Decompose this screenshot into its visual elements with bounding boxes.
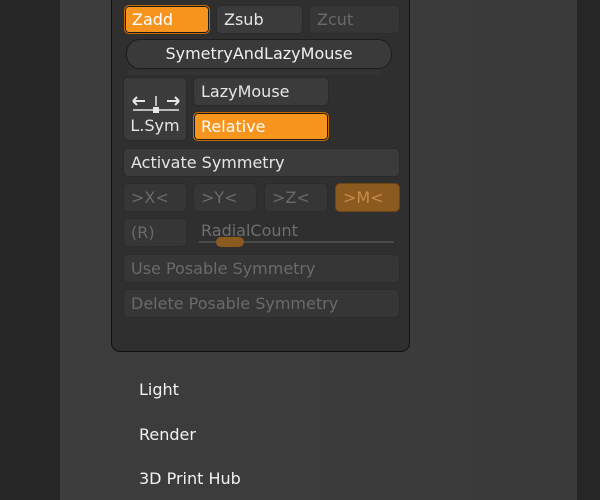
- symmetry-m-button[interactable]: >M<: [335, 183, 400, 212]
- zsub-button[interactable]: Zsub: [216, 5, 303, 34]
- lazymouse-button[interactable]: LazyMouse: [193, 77, 329, 106]
- activate-symmetry-button[interactable]: Activate Symmetry: [123, 148, 400, 177]
- symmetry-lazymouse-header[interactable]: SymetryAndLazyMouse: [126, 39, 392, 69]
- radial-symmetry-button[interactable]: (R): [123, 218, 187, 247]
- radial-count-label: RadialCount: [201, 221, 298, 240]
- relative-button[interactable]: Relative: [193, 112, 329, 141]
- lsym-button[interactable]: L.Sym: [123, 77, 187, 141]
- symmetry-y-button[interactable]: >Y<: [193, 183, 257, 212]
- zbrush-tool-palette: Zadd Zsub Zcut SymetryAndLazyMouse L.Sym…: [0, 0, 600, 500]
- menu-item-render[interactable]: Render: [139, 425, 196, 444]
- right-edge-strip: [577, 0, 600, 500]
- symmetry-x-button[interactable]: >X<: [123, 183, 187, 212]
- lazy-symmetry-icon: [132, 96, 180, 113]
- lsym-label: L.Sym: [130, 116, 180, 135]
- symmetry-z-button[interactable]: >Z<: [264, 183, 328, 212]
- zadd-button[interactable]: Zadd: [124, 5, 210, 34]
- left-edge-strip: [0, 0, 60, 500]
- use-posable-symmetry-button[interactable]: Use Posable Symmetry: [123, 254, 400, 283]
- radial-count-thumb[interactable]: [216, 237, 244, 247]
- delete-posable-symmetry-button[interactable]: Delete Posable Symmetry: [123, 289, 400, 318]
- menu-item-light[interactable]: Light: [139, 380, 179, 399]
- menu-item-3d-print-hub[interactable]: 3D Print Hub: [139, 469, 241, 488]
- header-separator: [128, 70, 380, 75]
- zcut-button[interactable]: Zcut: [309, 5, 400, 34]
